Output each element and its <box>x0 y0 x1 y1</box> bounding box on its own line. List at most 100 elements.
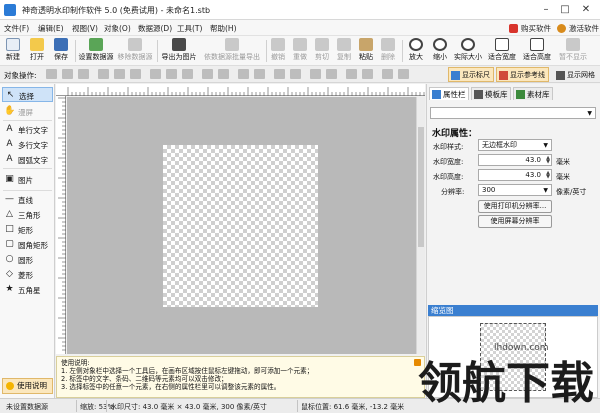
close-button[interactable]: ✕ <box>577 2 595 18</box>
show-guides-label: 显示参考线 <box>510 71 545 79</box>
fit-height-label: 适合高度 <box>523 53 551 61</box>
buy-button[interactable]: 购买软件 <box>509 22 551 35</box>
unlock-icon[interactable] <box>326 69 337 79</box>
menu-object[interactable]: 对象(O) <box>104 23 131 34</box>
actual-size-label: 实际大小 <box>454 53 482 61</box>
menu-help[interactable]: 帮助(H) <box>210 23 237 34</box>
maximize-button[interactable]: □ <box>556 2 574 18</box>
send-back-icon[interactable] <box>254 69 265 79</box>
star-icon: ★ <box>5 284 14 294</box>
show-grid-toggle[interactable]: 显示网格 <box>553 67 599 82</box>
batch-export-icon <box>225 38 239 51</box>
width-label: 水印宽度: <box>433 158 464 166</box>
actual-size-button[interactable]: 实际大小 <box>453 37 483 65</box>
open-button[interactable]: 打开 <box>26 37 48 65</box>
show-guides-toggle[interactable]: 显示参考线 <box>496 67 549 82</box>
menu-view[interactable]: 视图(V) <box>72 23 98 34</box>
tool-rounded-rect[interactable]: ▢ 圆角矩形 <box>2 237 53 252</box>
tool-multiline-text[interactable]: A 多行文字 <box>2 137 53 152</box>
align-bottom-icon[interactable] <box>130 69 141 79</box>
show-ruler-toggle[interactable]: 显示标尺 <box>448 67 494 82</box>
align-top-icon[interactable] <box>98 69 109 79</box>
width-input[interactable]: 43.0 ▲ ▼ <box>478 154 552 166</box>
object-select[interactable]: ▼ <box>430 107 596 119</box>
set-datasource-button[interactable]: 设置数据源 <box>78 37 114 65</box>
flip-icon[interactable] <box>362 69 373 79</box>
height-input[interactable]: 43.0 ▲ ▼ <box>478 169 552 181</box>
screen-resolution-button[interactable]: 使用屏幕分辨率 <box>478 215 552 228</box>
align-center-icon[interactable] <box>62 69 73 79</box>
spinner-icon[interactable]: ▲ ▼ <box>543 171 550 180</box>
ungroup-icon[interactable] <box>290 69 301 79</box>
remove-datasource-button[interactable]: 移除数据源 <box>116 37 154 65</box>
tool-text[interactable]: A 单行文字 <box>2 122 53 137</box>
undo-button[interactable]: 撤销 <box>268 37 288 65</box>
tool-image[interactable]: ▣ 图片 <box>2 172 53 187</box>
tool-hand[interactable]: ✋ 漫屏 <box>2 104 53 119</box>
same-height-icon[interactable] <box>166 69 177 79</box>
save-button[interactable]: 保存 <box>50 37 72 65</box>
horizontal-ruler <box>56 84 425 96</box>
align-right-icon[interactable] <box>78 69 89 79</box>
batch-export-button[interactable]: 依数据源批量导出 <box>200 37 264 65</box>
toolbar-separator <box>402 40 403 62</box>
style-select[interactable]: 无边框水印 ▼ <box>478 139 552 151</box>
zoom-in-button[interactable]: 放大 <box>405 37 427 65</box>
tool-diamond[interactable]: ◇ 菱形 <box>2 267 53 282</box>
menu-tools[interactable]: 工具(T) <box>177 23 202 34</box>
same-width-icon[interactable] <box>150 69 161 79</box>
status-size: 水印尺寸: 43.0 毫米 × 43.0 毫米, 300 像素/英寸 <box>110 403 267 411</box>
group-icon[interactable] <box>274 69 285 79</box>
tool-line[interactable]: — 直线 <box>2 192 53 207</box>
fit-height-button[interactable]: 适合高度 <box>521 37 553 65</box>
activate-button[interactable]: 激活软件 <box>557 22 599 35</box>
distribute-h-icon[interactable] <box>202 69 213 79</box>
vertical-scrollbar[interactable] <box>416 97 425 354</box>
copy-button[interactable]: 复制 <box>334 37 354 65</box>
watermark-canvas[interactable] <box>163 145 318 307</box>
zoom-out-button[interactable]: 缩小 <box>429 37 451 65</box>
tool-arrow[interactable]: ↖ 选择 <box>2 87 53 102</box>
menu-file[interactable]: 文件(F) <box>4 23 29 34</box>
rotate-icon[interactable] <box>346 69 357 79</box>
distribute-v-icon[interactable] <box>218 69 229 79</box>
properties-icon[interactable] <box>398 69 409 79</box>
center-icon[interactable] <box>382 69 393 79</box>
instructions-title: 使用说明: <box>61 359 90 367</box>
dpi-value: 300 <box>482 186 496 194</box>
tab-properties[interactable]: 属性栏 <box>429 87 469 100</box>
tool-triangle[interactable]: △ 三角形 <box>2 207 53 222</box>
tool-rectangle[interactable]: □ 矩形 <box>2 222 53 237</box>
bring-front-icon[interactable] <box>238 69 249 79</box>
same-size-icon[interactable] <box>182 69 193 79</box>
export-image-button[interactable]: 导出为图片 <box>160 37 198 65</box>
spinner-icon[interactable]: ▲ ▼ <box>543 156 550 165</box>
tools-panel: ↖ 选择 ✋ 漫屏 A 单行文字 A 多行文字 A 圆弧文字 ▣ 图片 — 直线 △ 三角形 □ 矩形 ▢ 圆角矩形 ○… <box>0 84 55 398</box>
tool-arc-text[interactable]: A 圆弧文字 <box>2 152 53 167</box>
dpi-select[interactable]: 300 ▼ <box>478 184 552 196</box>
cut-button[interactable]: 剪切 <box>312 37 332 65</box>
align-left-icon[interactable] <box>46 69 57 79</box>
tool-label: 五角星 <box>18 286 41 295</box>
menu-edit[interactable]: 编辑(E) <box>38 23 64 34</box>
align-middle-icon[interactable] <box>114 69 125 79</box>
new-button[interactable]: 新建 <box>2 37 24 65</box>
fit-width-button[interactable]: 适合宽度 <box>486 37 518 65</box>
printer-resolution-button[interactable]: 使用打印机分辨率... <box>478 200 552 213</box>
paste-button[interactable]: 粘贴 <box>356 37 376 65</box>
lock-icon[interactable] <box>310 69 321 79</box>
tool-star[interactable]: ★ 五角星 <box>2 282 53 297</box>
help-button[interactable]: 使用说明 <box>2 378 53 394</box>
scrollbar-thumb[interactable] <box>418 127 424 247</box>
tool-circle[interactable]: ○ 圆形 <box>2 252 53 267</box>
style-label: 水印样式: <box>433 143 464 151</box>
minimize-button[interactable]: – <box>537 2 555 18</box>
tool-label: 圆弧文字 <box>18 156 48 165</box>
redo-button[interactable]: 重做 <box>290 37 310 65</box>
hide-button[interactable]: 暂不显示 <box>556 37 590 65</box>
delete-button[interactable]: 删除 <box>378 37 398 65</box>
menu-datasource[interactable]: 数据源(D) <box>138 23 172 34</box>
tab-templates[interactable]: 模板库 <box>471 87 511 100</box>
tab-materials[interactable]: 素材库 <box>513 87 553 100</box>
save-icon <box>54 38 68 51</box>
